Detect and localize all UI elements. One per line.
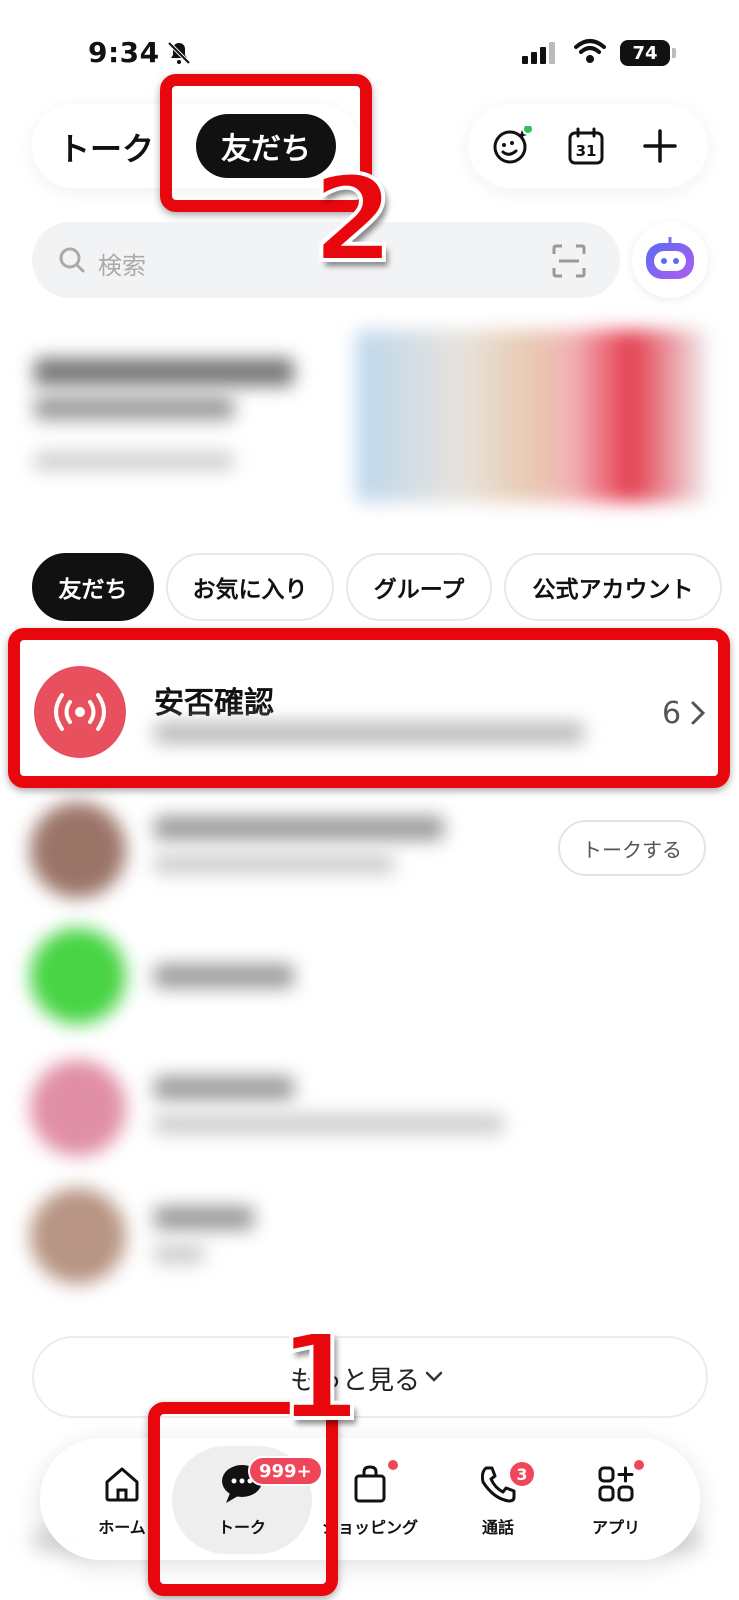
add-icon[interactable] <box>640 126 680 166</box>
step-number-2: 2 <box>310 148 396 290</box>
qr-scan-icon[interactable] <box>552 244 586 278</box>
shopping-bag-icon <box>354 1465 386 1503</box>
filter-chip-official-accounts[interactable]: 公式アカウント <box>504 553 722 621</box>
step-number-1: 1 <box>276 1306 362 1448</box>
banner-title-blurred[interactable] <box>34 358 294 386</box>
banner-meta-blurred <box>34 452 234 470</box>
chevron-down-icon <box>425 1371 443 1382</box>
home-icon <box>105 1467 139 1502</box>
nav-home-label: ホーム <box>98 1518 146 1537</box>
search-placeholder: 検索 <box>98 252 146 280</box>
nav-apps-label: アプリ <box>591 1518 640 1537</box>
cellular-signal-icon <box>522 42 555 64</box>
avatar <box>30 1188 126 1284</box>
friend-row[interactable] <box>0 918 739 1038</box>
banner-image-blurred[interactable] <box>356 330 708 502</box>
nav-call[interactable]: 通話 <box>438 1462 558 1552</box>
nav-call-label: 通話 <box>481 1518 514 1537</box>
tab-talk[interactable]: トーク <box>58 124 154 170</box>
battery-indicator: 74 <box>620 40 676 66</box>
calendar-icon[interactable]: 31 <box>566 126 606 166</box>
search-icon <box>59 247 85 273</box>
nav-apps[interactable]: アプリ <box>556 1460 676 1552</box>
avatar <box>30 802 126 898</box>
avatar <box>30 1060 126 1156</box>
notification-dot <box>634 1460 644 1470</box>
ai-assistant-button[interactable] <box>632 222 708 298</box>
friend-name-blurred <box>154 964 294 988</box>
friend-name-blurred <box>154 1206 254 1230</box>
banner-subtitle-blurred <box>34 396 234 420</box>
highlight-box-safety-check <box>8 628 730 788</box>
friend-name-blurred <box>154 816 444 840</box>
filter-chip-groups[interactable]: グループ <box>346 553 492 621</box>
sticker-face-icon[interactable] <box>492 126 532 166</box>
bell-muted-icon <box>167 41 191 65</box>
friend-status-blurred <box>154 1244 204 1264</box>
friend-status-blurred <box>154 1114 504 1134</box>
svg-text:31: 31 <box>576 142 597 160</box>
friend-name-blurred <box>154 1076 294 1100</box>
friend-row[interactable] <box>0 1048 739 1168</box>
status-time: 9:34 <box>88 36 160 69</box>
wifi-icon <box>574 39 606 63</box>
friend-row[interactable] <box>0 1176 739 1296</box>
ai-robot-icon <box>646 237 694 279</box>
filter-chip-favorites[interactable]: お気に入り <box>166 553 334 621</box>
friend-status-blurred <box>154 854 394 874</box>
filter-chip-friends[interactable]: 友だち <box>32 553 154 621</box>
avatar <box>30 928 126 1024</box>
apps-grid-icon <box>598 1466 634 1502</box>
talk-button[interactable]: トークする <box>558 820 706 876</box>
missed-call-badge: 3 <box>508 1460 536 1488</box>
notification-dot <box>388 1460 398 1470</box>
